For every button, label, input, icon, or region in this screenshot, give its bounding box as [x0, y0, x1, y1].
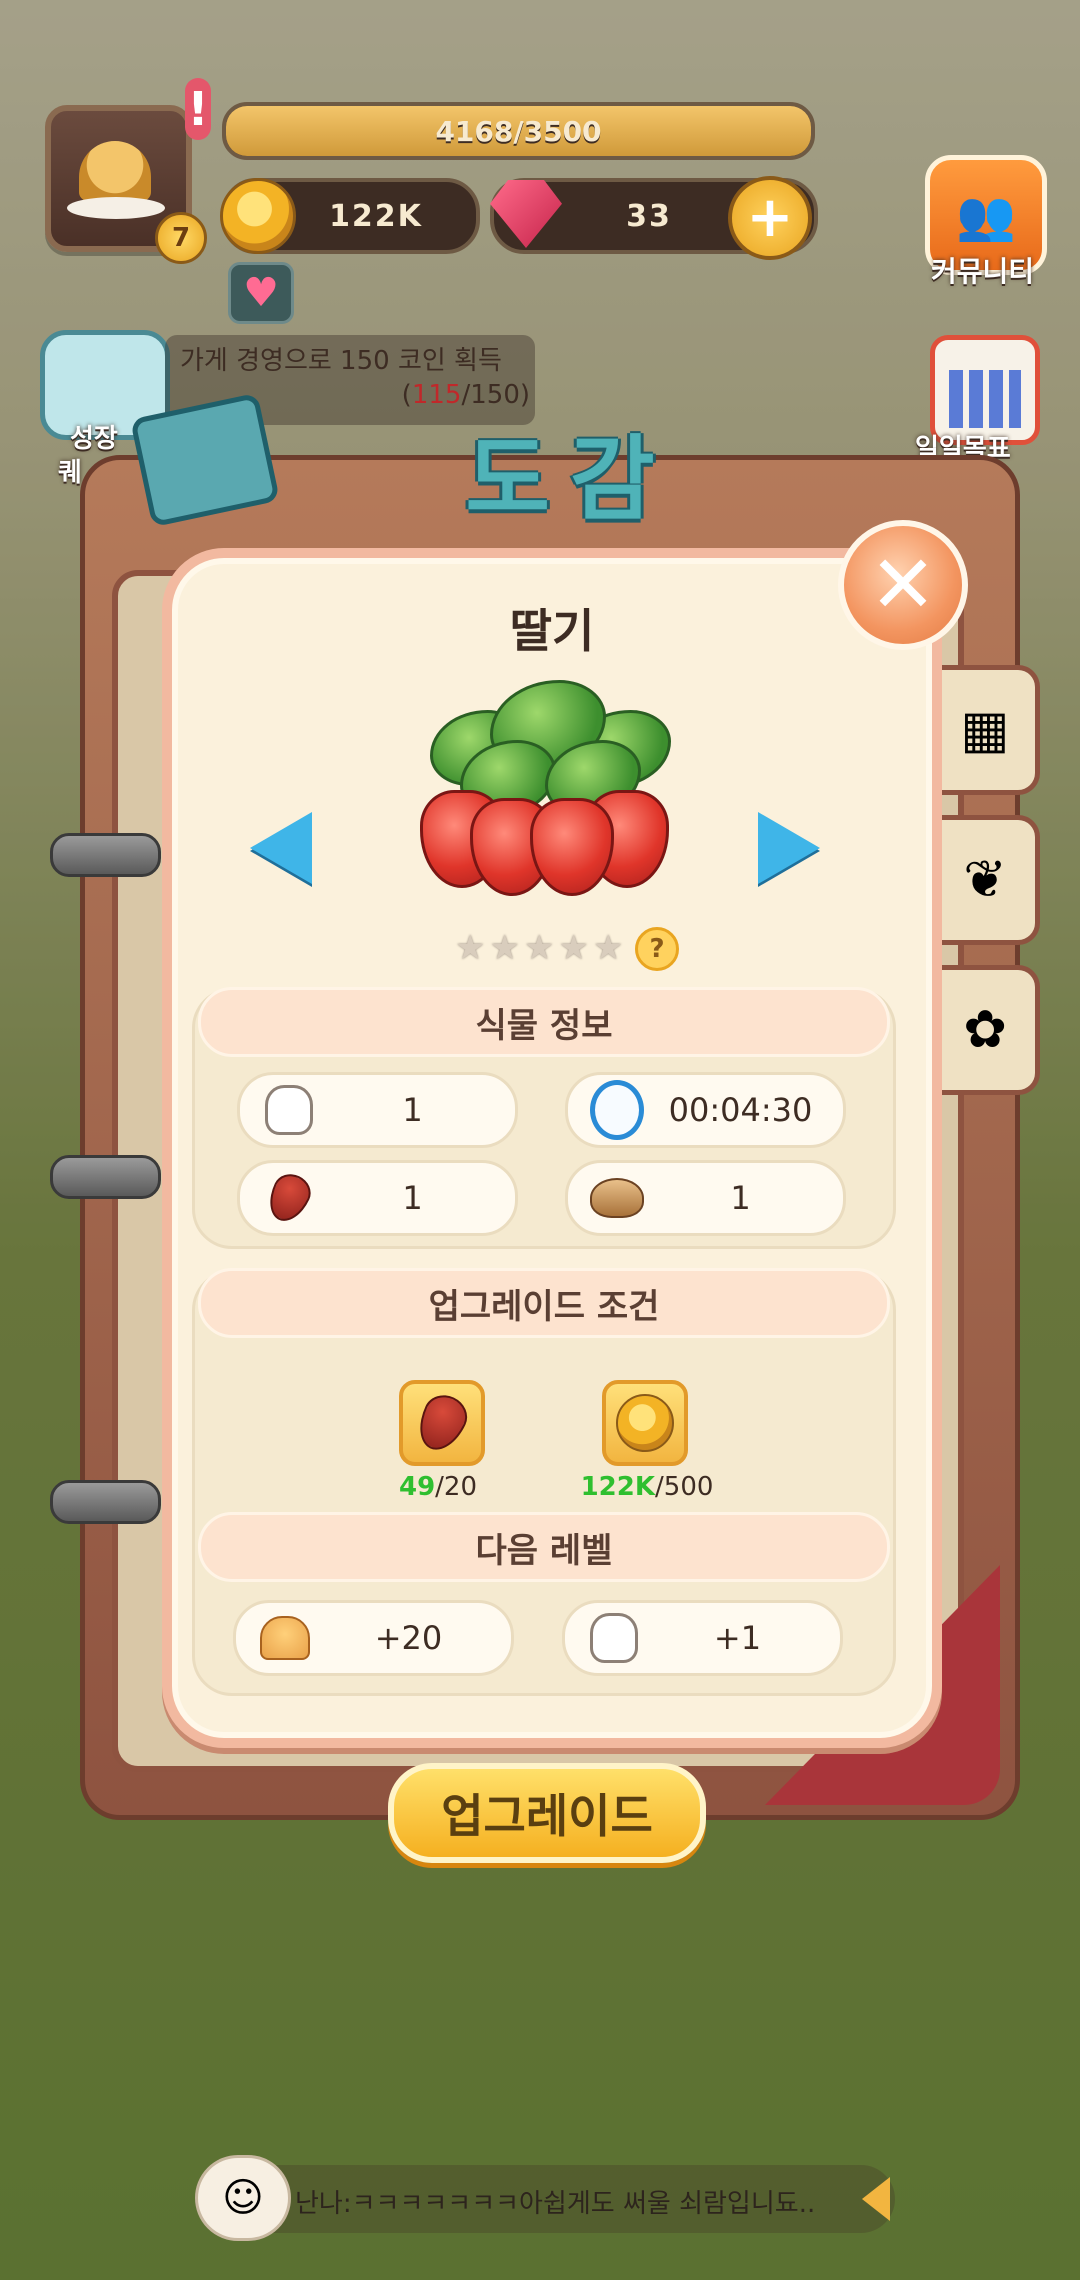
plate-shape — [67, 197, 165, 219]
gem-icon — [490, 180, 562, 248]
tab-collection[interactable]: ▦ — [935, 665, 1040, 795]
seed-icon — [410, 1388, 474, 1458]
arrow-right-icon[interactable] — [758, 812, 820, 884]
book-ring — [50, 833, 161, 877]
coin-requirement-tile — [602, 1380, 688, 1466]
tab-trees[interactable]: ✿ — [935, 965, 1040, 1095]
chat-icon[interactable]: ☺ — [195, 2155, 291, 2241]
tree-icon: ✿ — [963, 1000, 1007, 1060]
tooth-stat-value: 1 — [402, 1091, 423, 1129]
chat-message: 난나:ㅋㅋㅋㅋㅋㅋㅋ아쉽게도 써울 쇠람입니됴... — [295, 2189, 815, 2219]
xp-progress-bar: 4168/3500 — [222, 102, 815, 160]
arrow-left-icon[interactable] — [250, 812, 312, 884]
help-icon[interactable]: ? — [635, 927, 679, 971]
coin-requirement-text: 122K/500 — [557, 1472, 737, 1502]
muffin-icon — [260, 1616, 310, 1660]
star-icon: ★ — [455, 928, 486, 968]
level-badge: 7 — [155, 212, 207, 264]
tooth-icon — [265, 1085, 313, 1135]
upgrade-header: 업그레이드 조건 — [198, 1268, 890, 1338]
coin-have: 122K — [580, 1472, 656, 1502]
coin-value: 122K — [329, 198, 423, 234]
coin-counter[interactable]: 122K — [220, 178, 480, 254]
seed-requirement-tile — [399, 1380, 485, 1466]
blocks-icon: ▦ — [960, 700, 1010, 760]
coin-icon — [220, 178, 296, 254]
book-ring — [50, 1480, 161, 1524]
time-stat-value: 00:04:30 — [668, 1091, 813, 1129]
muffin-bonus: +20 — [233, 1600, 514, 1676]
seed-need: /20 — [435, 1472, 478, 1502]
seed-icon — [261, 1168, 317, 1228]
leaf-icon: ❦ — [963, 850, 1007, 910]
tooth-bonus-value: +1 — [713, 1619, 762, 1657]
tooth-icon — [590, 1613, 638, 1663]
water-stat: 1 — [565, 1160, 846, 1236]
upgrade-button[interactable]: 업그레이드 — [388, 1763, 706, 1863]
time-stat: 00:04:30 — [565, 1072, 846, 1148]
quest-text: 가게 경영으로 150 코인 획득 — [180, 346, 502, 376]
berry-shape — [530, 798, 614, 896]
muffin-icon — [79, 141, 151, 201]
star-icon: ★ — [523, 928, 555, 968]
next-level-header: 다음 레벨 — [198, 1512, 890, 1582]
tooth-bonus: +1 — [562, 1600, 843, 1676]
tooth-stat: 1 — [237, 1072, 518, 1148]
coin-need: /500 — [655, 1472, 714, 1502]
growth-label: 성장 — [70, 424, 118, 454]
seed-stat-value: 1 — [402, 1179, 423, 1217]
strawberry-plant-image — [420, 680, 671, 896]
coin-icon — [616, 1394, 674, 1452]
add-currency-button[interactable]: + — [728, 176, 812, 260]
star-icon: ★ — [489, 928, 520, 968]
water-stat-value: 1 — [730, 1179, 751, 1217]
seed-stat: 1 — [237, 1160, 518, 1236]
people-icon: 👥 — [956, 187, 1016, 244]
plant-info-header: 식물 정보 — [198, 987, 890, 1057]
seed-have: 49 — [398, 1472, 436, 1502]
muffin-bonus-value: +20 — [374, 1619, 443, 1657]
seed-requirement-text: 49/20 — [348, 1472, 528, 1502]
gem-value: 33 — [626, 198, 672, 234]
plant-name: 딸기 — [509, 604, 595, 658]
book-title: 도감 — [465, 426, 675, 533]
calendar-icon — [949, 370, 1021, 428]
chat-expand-icon[interactable] — [862, 2177, 890, 2221]
alert-icon: ! — [185, 78, 211, 140]
quest-progress-open: ( — [401, 380, 412, 410]
heart-icon[interactable]: ♥ — [228, 262, 294, 324]
star-icon: ★ — [558, 928, 589, 968]
book-ring — [50, 1155, 161, 1199]
tab-plants[interactable]: ❦ — [935, 815, 1040, 945]
quest-short-label: 퀘 — [58, 458, 82, 488]
alarm-clock-icon — [590, 1080, 644, 1140]
star-icon: ★ — [592, 928, 624, 968]
watering-can-icon — [590, 1178, 644, 1218]
community-label: 커뮤니티 — [930, 255, 1035, 288]
xp-text: 4168/3500 — [435, 114, 602, 148]
rating-stars: ★ ★ ★ ★ ★ — [455, 928, 623, 968]
